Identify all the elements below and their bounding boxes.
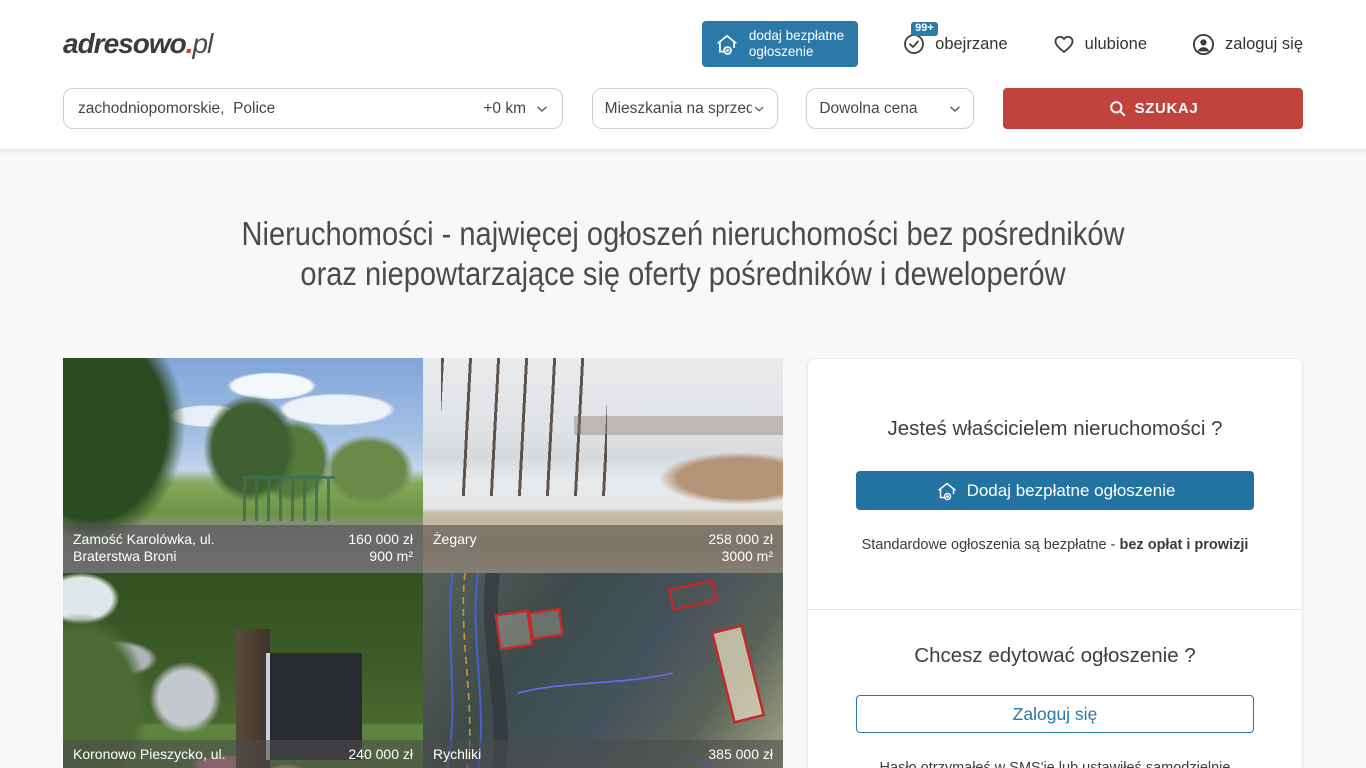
search-icon	[1108, 99, 1127, 118]
logo-adresowo[interactable]: adresowo.pl	[63, 28, 212, 60]
heart-icon	[1052, 32, 1076, 56]
edit-heading: Chcesz edytować ogłoszenie ?	[856, 644, 1254, 668]
panel-add-listing-button[interactable]: Dodaj bezpłatne ogłoszenie	[856, 471, 1254, 510]
owner-section: Jesteś właścicielem nieruchomości ? Doda…	[808, 359, 1302, 553]
listing-area: 3000 m²	[722, 548, 773, 565]
listing-title: Rychliki	[433, 746, 481, 768]
price-select[interactable]: Dowolna cena	[806, 88, 974, 129]
listing-title: Zamość Karolówka, ul. Braterstwa Broni	[73, 531, 270, 567]
add-listing-button-label: dodaj bezpłatne ogłoszenie	[749, 28, 844, 59]
logo-text: adresowo	[63, 28, 186, 59]
panel-add-listing-label: Dodaj bezpłatne ogłoszenie	[967, 481, 1176, 501]
login-link[interactable]: zaloguj się	[1191, 32, 1303, 57]
page: adresowo.pl dodaj bezpłatne	[0, 0, 1366, 768]
listing-card[interactable]: Zamość Karolówka, ul. Braterstwa Broni 1…	[63, 358, 423, 573]
favorites-label: ulubione	[1085, 35, 1147, 54]
page-title-line2: oraz niepowtarzające się oferty pośredni…	[82, 254, 1284, 294]
chevron-down-icon	[947, 101, 963, 117]
owner-panel: Jesteś właścicielem nieruchomości ? Doda…	[807, 358, 1303, 768]
user-icon	[1191, 32, 1216, 57]
chevron-down-icon	[534, 101, 550, 117]
listing-photo-garden-tree	[63, 573, 423, 768]
listing-area: 900 m²	[369, 548, 413, 565]
edit-section: Chcesz edytować ogłoszenie ? Zaloguj się…	[808, 610, 1302, 768]
satellite-map-overlay	[423, 573, 783, 768]
radius-select[interactable]: +0 km	[475, 100, 550, 118]
chevron-down-icon	[752, 101, 766, 117]
panel-login-button[interactable]: Zaloguj się	[856, 695, 1254, 733]
house-plus-icon	[714, 31, 740, 57]
location-input-group: +0 km	[63, 88, 563, 129]
page-title: Nieruchomości - najwięcej ogłoszeń nieru…	[0, 214, 1366, 294]
listing-card[interactable]: Żegary 258 000 zł 3000 m²	[423, 358, 783, 573]
viewed-link[interactable]: 99+ obejrzane	[902, 32, 1007, 56]
listing-card[interactable]: Koronowo Pieszycko, ul. 240 000 zł	[63, 573, 423, 768]
listing-price: 385 000 zł	[708, 746, 773, 763]
login-label: zaloguj się	[1225, 35, 1303, 54]
radius-value: +0 km	[483, 100, 526, 118]
listing-photo-satellite-map	[423, 573, 783, 768]
listing-price: 258 000 zł	[708, 531, 773, 548]
listing-title: Koronowo Pieszycko, ul.	[73, 746, 226, 768]
viewed-label: obejrzane	[935, 35, 1007, 54]
favorites-link[interactable]: ulubione	[1052, 32, 1147, 56]
listing-overlay: Żegary 258 000 zł 3000 m²	[423, 525, 783, 573]
category-value: Mieszkania na sprzedaż	[605, 100, 753, 118]
main-content: Zamość Karolówka, ul. Braterstwa Broni 1…	[63, 358, 1303, 768]
listing-price: 160 000 zł	[348, 531, 413, 548]
listing-overlay: Rychliki 385 000 zł	[423, 740, 783, 768]
category-select[interactable]: Mieszkania na sprzedaż	[592, 88, 778, 129]
search-bar: +0 km Mieszkania na sprzedaż Dowolna cen…	[0, 88, 1366, 149]
location-input[interactable]	[78, 100, 475, 118]
listing-overlay: Koronowo Pieszycko, ul. 240 000 zł	[63, 740, 423, 768]
add-listing-button[interactable]: dodaj bezpłatne ogłoszenie	[702, 21, 858, 66]
listing-grid: Zamość Karolówka, ul. Braterstwa Broni 1…	[63, 358, 783, 768]
header: adresowo.pl dodaj bezpłatne	[0, 0, 1366, 150]
listing-card[interactable]: Rychliki 385 000 zł	[423, 573, 783, 768]
owner-heading: Jesteś właścicielem nieruchomości ?	[856, 417, 1254, 441]
logo-tld: pl	[192, 28, 212, 59]
search-button[interactable]: SZUKAJ	[1003, 88, 1303, 129]
page-title-line1: Nieruchomości - najwięcej ogłoszeń nieru…	[82, 214, 1284, 254]
price-value: Dowolna cena	[819, 100, 917, 118]
search-button-label: SZUKAJ	[1135, 100, 1199, 117]
owner-note: Standardowe ogłoszenia są bezpłatne - be…	[856, 537, 1254, 553]
header-actions: dodaj bezpłatne ogłoszenie 99+ obejrzane	[702, 21, 1303, 66]
listing-overlay: Zamość Karolówka, ul. Braterstwa Broni 1…	[63, 525, 423, 573]
house-plus-icon	[935, 479, 959, 503]
listing-title: Żegary	[433, 531, 477, 567]
listing-price: 240 000 zł	[348, 746, 413, 763]
viewed-count-badge: 99+	[911, 22, 938, 36]
edit-note: Hasło otrzymałeś w SMS'ie lub ustawiłeś …	[856, 760, 1254, 768]
